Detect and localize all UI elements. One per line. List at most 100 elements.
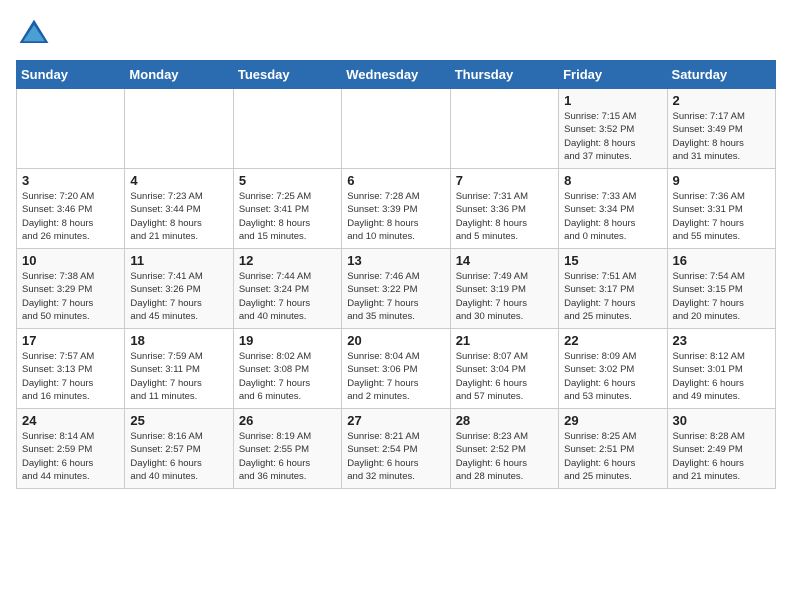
day-number: 8: [564, 173, 661, 188]
day-cell: [450, 89, 558, 169]
logo-icon: [16, 16, 52, 52]
day-number: 6: [347, 173, 444, 188]
day-number: 28: [456, 413, 553, 428]
calendar-table: SundayMondayTuesdayWednesdayThursdayFrid…: [16, 60, 776, 489]
week-row-4: 17 Sunrise: 7:57 AM Sunset: 3:13 PM Dayli…: [17, 329, 776, 409]
day-detail: Sunrise: 7:17 AM Sunset: 3:49 PM Dayligh…: [673, 110, 770, 163]
day-cell: 8 Sunrise: 7:33 AM Sunset: 3:34 PM Daylig…: [559, 169, 667, 249]
day-number: 30: [673, 413, 770, 428]
day-detail: Sunrise: 7:23 AM Sunset: 3:44 PM Dayligh…: [130, 190, 227, 243]
day-cell: 9 Sunrise: 7:36 AM Sunset: 3:31 PM Daylig…: [667, 169, 775, 249]
week-row-1: 1 Sunrise: 7:15 AM Sunset: 3:52 PM Daylig…: [17, 89, 776, 169]
week-row-5: 24 Sunrise: 8:14 AM Sunset: 2:59 PM Dayli…: [17, 409, 776, 489]
day-detail: Sunrise: 8:14 AM Sunset: 2:59 PM Dayligh…: [22, 430, 119, 483]
day-cell: 6 Sunrise: 7:28 AM Sunset: 3:39 PM Daylig…: [342, 169, 450, 249]
day-detail: Sunrise: 7:28 AM Sunset: 3:39 PM Dayligh…: [347, 190, 444, 243]
header-cell-sunday: Sunday: [17, 61, 125, 89]
day-number: 7: [456, 173, 553, 188]
day-cell: 30 Sunrise: 8:28 AM Sunset: 2:49 PM Dayli…: [667, 409, 775, 489]
day-cell: 7 Sunrise: 7:31 AM Sunset: 3:36 PM Daylig…: [450, 169, 558, 249]
day-cell: 21 Sunrise: 8:07 AM Sunset: 3:04 PM Dayli…: [450, 329, 558, 409]
day-detail: Sunrise: 7:33 AM Sunset: 3:34 PM Dayligh…: [564, 190, 661, 243]
day-cell: 10Sunrise: 7:38 AM Sunset: 3:29 PM Dayli…: [17, 249, 125, 329]
day-number: 5: [239, 173, 336, 188]
day-detail: Sunrise: 7:20 AM Sunset: 3:46 PM Dayligh…: [22, 190, 119, 243]
day-number: 21: [456, 333, 553, 348]
day-detail: Sunrise: 8:04 AM Sunset: 3:06 PM Dayligh…: [347, 350, 444, 403]
day-detail: Sunrise: 8:02 AM Sunset: 3:08 PM Dayligh…: [239, 350, 336, 403]
day-cell: 2 Sunrise: 7:17 AM Sunset: 3:49 PM Daylig…: [667, 89, 775, 169]
day-detail: Sunrise: 7:51 AM Sunset: 3:17 PM Dayligh…: [564, 270, 661, 323]
day-number: 25: [130, 413, 227, 428]
day-detail: Sunrise: 8:21 AM Sunset: 2:54 PM Dayligh…: [347, 430, 444, 483]
day-cell: 13 Sunrise: 7:46 AM Sunset: 3:22 PM Dayli…: [342, 249, 450, 329]
day-number: 12: [239, 253, 336, 268]
day-detail: Sunrise: 7:49 AM Sunset: 3:19 PM Dayligh…: [456, 270, 553, 323]
day-number: 15: [564, 253, 661, 268]
header-cell-thursday: Thursday: [450, 61, 558, 89]
day-number: 27: [347, 413, 444, 428]
day-detail: Sunrise: 8:12 AM Sunset: 3:01 PM Dayligh…: [673, 350, 770, 403]
day-number: 1: [564, 93, 661, 108]
day-detail: Sunrise: 8:25 AM Sunset: 2:51 PM Dayligh…: [564, 430, 661, 483]
day-number: 14: [456, 253, 553, 268]
day-number: 13: [347, 253, 444, 268]
day-number: 17: [22, 333, 119, 348]
day-cell: 5 Sunrise: 7:25 AM Sunset: 3:41 PM Daylig…: [233, 169, 341, 249]
day-cell: 26Sunrise: 8:19 AM Sunset: 2:55 PM Dayli…: [233, 409, 341, 489]
day-cell: 17 Sunrise: 7:57 AM Sunset: 3:13 PM Dayli…: [17, 329, 125, 409]
day-detail: Sunrise: 7:41 AM Sunset: 3:26 PM Dayligh…: [130, 270, 227, 323]
day-cell: 24 Sunrise: 8:14 AM Sunset: 2:59 PM Dayli…: [17, 409, 125, 489]
day-number: 18: [130, 333, 227, 348]
day-detail: Sunrise: 7:31 AM Sunset: 3:36 PM Dayligh…: [456, 190, 553, 243]
day-cell: 22 Sunrise: 8:09 AM Sunset: 3:02 PM Dayli…: [559, 329, 667, 409]
day-detail: Sunrise: 7:25 AM Sunset: 3:41 PM Dayligh…: [239, 190, 336, 243]
day-cell: 16Sunrise: 7:54 AM Sunset: 3:15 PM Dayli…: [667, 249, 775, 329]
day-cell: 25Sunrise: 8:16 AM Sunset: 2:57 PM Dayli…: [125, 409, 233, 489]
day-detail: Sunrise: 8:23 AM Sunset: 2:52 PM Dayligh…: [456, 430, 553, 483]
day-cell: [125, 89, 233, 169]
header-cell-wednesday: Wednesday: [342, 61, 450, 89]
day-number: 22: [564, 333, 661, 348]
day-cell: 3 Sunrise: 7:20 AM Sunset: 3:46 PM Daylig…: [17, 169, 125, 249]
day-number: 16: [673, 253, 770, 268]
day-cell: [342, 89, 450, 169]
day-detail: Sunrise: 8:07 AM Sunset: 3:04 PM Dayligh…: [456, 350, 553, 403]
day-detail: Sunrise: 7:38 AM Sunset: 3:29 PM Dayligh…: [22, 270, 119, 323]
day-cell: 19Sunrise: 8:02 AM Sunset: 3:08 PM Dayli…: [233, 329, 341, 409]
day-number: 2: [673, 93, 770, 108]
week-row-3: 10Sunrise: 7:38 AM Sunset: 3:29 PM Dayli…: [17, 249, 776, 329]
logo: [16, 16, 56, 52]
day-detail: Sunrise: 7:15 AM Sunset: 3:52 PM Dayligh…: [564, 110, 661, 163]
day-cell: 29 Sunrise: 8:25 AM Sunset: 2:51 PM Dayli…: [559, 409, 667, 489]
day-cell: 11 Sunrise: 7:41 AM Sunset: 3:26 PM Dayli…: [125, 249, 233, 329]
day-number: 26: [239, 413, 336, 428]
day-detail: Sunrise: 7:59 AM Sunset: 3:11 PM Dayligh…: [130, 350, 227, 403]
header-cell-monday: Monday: [125, 61, 233, 89]
day-number: 4: [130, 173, 227, 188]
day-detail: Sunrise: 8:28 AM Sunset: 2:49 PM Dayligh…: [673, 430, 770, 483]
day-cell: 12Sunrise: 7:44 AM Sunset: 3:24 PM Dayli…: [233, 249, 341, 329]
day-detail: Sunrise: 7:36 AM Sunset: 3:31 PM Dayligh…: [673, 190, 770, 243]
header-row: SundayMondayTuesdayWednesdayThursdayFrid…: [17, 61, 776, 89]
header-cell-saturday: Saturday: [667, 61, 775, 89]
day-number: 29: [564, 413, 661, 428]
day-detail: Sunrise: 7:57 AM Sunset: 3:13 PM Dayligh…: [22, 350, 119, 403]
day-number: 3: [22, 173, 119, 188]
day-cell: [17, 89, 125, 169]
header-cell-friday: Friday: [559, 61, 667, 89]
day-number: 11: [130, 253, 227, 268]
day-number: 9: [673, 173, 770, 188]
week-row-2: 3 Sunrise: 7:20 AM Sunset: 3:46 PM Daylig…: [17, 169, 776, 249]
day-cell: 18 Sunrise: 7:59 AM Sunset: 3:11 PM Dayli…: [125, 329, 233, 409]
day-cell: 27 Sunrise: 8:21 AM Sunset: 2:54 PM Dayli…: [342, 409, 450, 489]
day-number: 24: [22, 413, 119, 428]
page-header: [16, 16, 776, 52]
day-cell: 20Sunrise: 8:04 AM Sunset: 3:06 PM Dayli…: [342, 329, 450, 409]
day-cell: [233, 89, 341, 169]
day-cell: 28 Sunrise: 8:23 AM Sunset: 2:52 PM Dayli…: [450, 409, 558, 489]
day-number: 23: [673, 333, 770, 348]
day-detail: Sunrise: 8:09 AM Sunset: 3:02 PM Dayligh…: [564, 350, 661, 403]
day-detail: Sunrise: 7:46 AM Sunset: 3:22 PM Dayligh…: [347, 270, 444, 323]
header-cell-tuesday: Tuesday: [233, 61, 341, 89]
